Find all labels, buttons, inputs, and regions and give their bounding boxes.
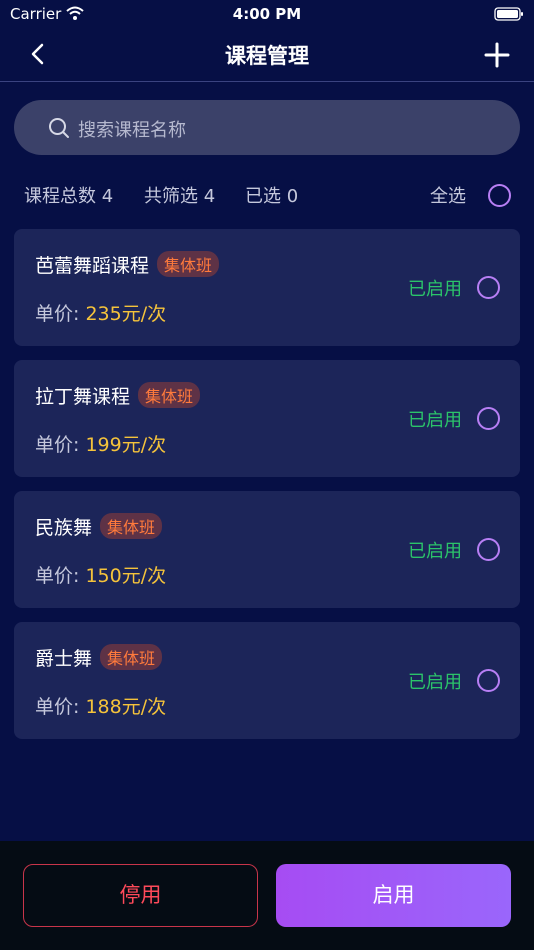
plus-icon[interactable] [482, 40, 512, 70]
search-input[interactable]: 搜索课程名称 [14, 100, 520, 155]
price-value: 150元/次 [85, 565, 167, 587]
price-label: 单价: [35, 434, 80, 456]
course-card[interactable]: 民族舞 集体班 单价: 150元/次 已启用 [14, 491, 520, 608]
search-placeholder: 搜索课程名称 [78, 120, 186, 141]
course-card[interactable]: 爵士舞 集体班 单价: 188元/次 已启用 [14, 622, 520, 739]
disable-button[interactable]: 停用 [23, 864, 258, 927]
total-count: 课程总数 4 [24, 186, 114, 207]
price-value: 199元/次 [85, 434, 167, 456]
course-type-badge: 集体班 [100, 513, 163, 539]
course-name: 爵士舞 [35, 648, 93, 670]
course-name: 拉丁舞课程 [35, 386, 131, 408]
course-type-badge: 集体班 [100, 644, 163, 670]
price-value: 235元/次 [85, 303, 167, 325]
course-checkbox[interactable] [477, 669, 500, 692]
course-list: 芭蕾舞蹈课程 集体班 单价: 235元/次 已启用 拉丁舞课程 集体班 单价: 19… [14, 229, 520, 753]
page-title: 课程管理 [225, 44, 309, 68]
status-badge: 已启用 [408, 541, 462, 562]
course-name: 民族舞 [35, 517, 93, 539]
select-all-checkbox[interactable] [488, 184, 511, 207]
status-badge: 已启用 [408, 279, 462, 300]
course-card[interactable]: 拉丁舞课程 集体班 单价: 199元/次 已启用 [14, 360, 520, 477]
course-checkbox[interactable] [477, 276, 500, 299]
status-badge: 已启用 [408, 410, 462, 431]
course-name: 芭蕾舞蹈课程 [35, 255, 150, 277]
navigation-bar: 课程管理 [0, 28, 534, 82]
price-label: 单价: [35, 696, 80, 718]
price-label: 单价: [35, 565, 80, 587]
course-checkbox[interactable] [477, 538, 500, 561]
price-value: 188元/次 [85, 696, 167, 718]
price-label: 单价: [35, 303, 80, 325]
enable-button[interactable]: 启用 [276, 864, 511, 927]
course-checkbox[interactable] [477, 407, 500, 430]
status-bar: Carrier 4:00 PM [0, 0, 534, 28]
course-card[interactable]: 芭蕾舞蹈课程 集体班 单价: 235元/次 已启用 [14, 229, 520, 346]
select-all-label[interactable]: 全选 [430, 182, 466, 208]
course-type-badge: 集体班 [157, 251, 220, 277]
search-icon [48, 117, 70, 143]
status-badge: 已启用 [408, 672, 462, 693]
selected-count: 已选 0 [245, 186, 299, 207]
bottom-action-bar: 停用 启用 [0, 841, 534, 950]
status-time: 4:00 PM [232, 5, 302, 23]
filtered-count: 共筛选 4 [144, 186, 216, 207]
battery-icon [494, 6, 524, 25]
course-summary: 课程总数 4 共筛选 4 已选 0 全选 [0, 180, 534, 210]
course-type-badge: 集体班 [138, 382, 201, 408]
